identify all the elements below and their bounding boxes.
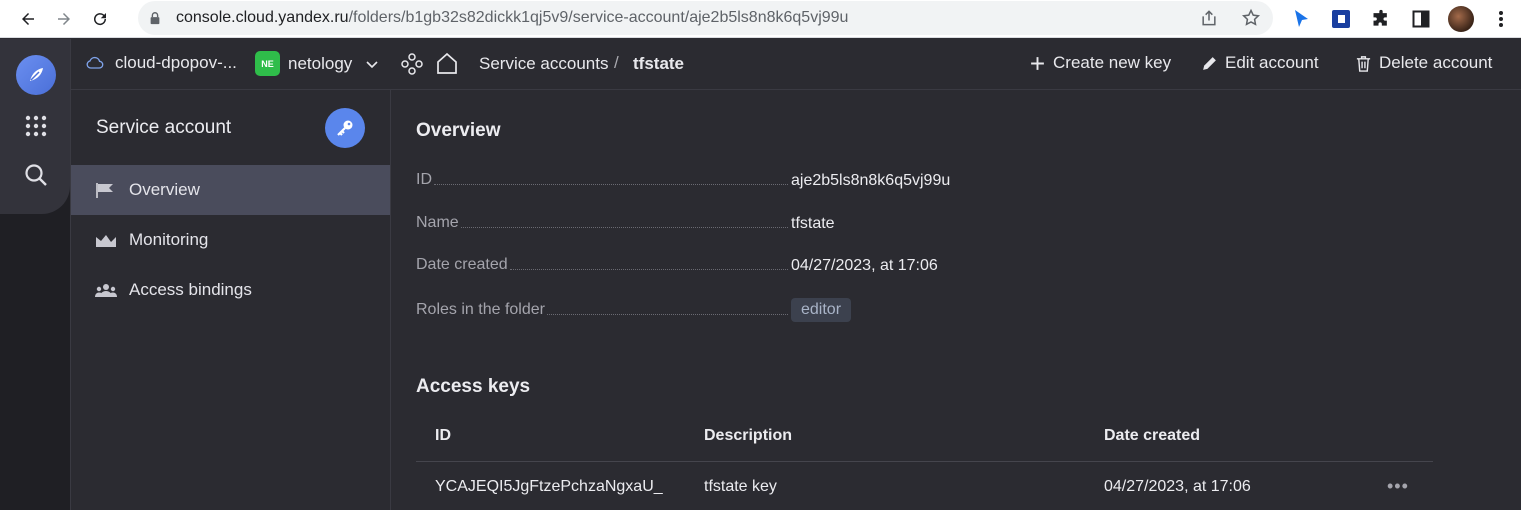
browser-toolbar: console.cloud.yandex.ru/folders/b1gb32s8… [0, 0, 1521, 38]
sidebar: Service account Overview Monitoring Acce… [71, 90, 391, 510]
people-icon [95, 284, 117, 297]
url-text: console.cloud.yandex.ru/folders/b1gb32s8… [176, 9, 849, 26]
browser-menu-icon[interactable] [1488, 6, 1514, 32]
vpn-extension-icon[interactable] [1328, 6, 1354, 32]
search-icon[interactable] [24, 163, 48, 187]
share-icon[interactable] [1199, 8, 1219, 28]
apps-grid-icon[interactable] [25, 115, 47, 137]
access-keys-title: Access keys [416, 376, 531, 397]
field-name-label: Name [416, 214, 790, 232]
sidebar-item-access-bindings[interactable]: Access bindings [71, 265, 390, 315]
home-icon[interactable] [436, 51, 458, 75]
sidebar-item-monitoring[interactable]: Monitoring [71, 215, 390, 265]
chart-icon [96, 235, 116, 247]
key-row-description: tfstate key [704, 478, 777, 495]
services-icon[interactable] [401, 53, 423, 75]
field-id-value: aje2b5ls8n8k6q5vj99u [791, 172, 951, 189]
create-key-button[interactable]: Create new key [1029, 53, 1171, 73]
extensions-puzzle-icon[interactable] [1368, 6, 1394, 32]
app-rail [0, 39, 71, 510]
role-badge: editor [791, 298, 852, 322]
back-icon[interactable] [10, 1, 46, 37]
key-icon [325, 108, 365, 148]
breadcrumb-service-accounts[interactable]: Service accounts [479, 54, 608, 74]
field-roles-label: Roles in the folder [416, 301, 790, 319]
cursor-extension-icon[interactable] [1288, 6, 1314, 32]
key-row-date: 04/27/2023, at 17:06 [1104, 478, 1251, 495]
column-header-date[interactable]: Date created [1104, 427, 1200, 445]
breadcrumb-separator: / [614, 53, 619, 72]
flag-icon [96, 183, 113, 198]
field-date-value: 04/27/2023, at 17:06 [791, 257, 938, 274]
chevron-down-icon [366, 60, 378, 68]
side-panel-icon[interactable] [1408, 6, 1434, 32]
cloud-selector[interactable]: cloud-dpopov-... [85, 53, 237, 73]
folder-name: netology [288, 53, 353, 73]
reload-icon[interactable] [82, 1, 118, 37]
cloud-icon [86, 56, 104, 69]
folder-badge: NE [255, 51, 280, 76]
delete-account-button[interactable]: Delete account [1355, 53, 1492, 73]
trash-icon [1356, 55, 1371, 72]
folder-selector[interactable]: NE netology [255, 51, 380, 76]
sidebar-item-overview[interactable]: Overview [71, 165, 390, 215]
pencil-icon [1203, 56, 1216, 70]
lock-icon [150, 12, 160, 25]
plus-icon [1031, 56, 1044, 70]
field-id-label: ID [416, 171, 790, 189]
table-divider [416, 461, 1433, 462]
column-header-id[interactable]: ID [435, 427, 451, 445]
column-header-description[interactable]: Description [704, 427, 792, 445]
more-actions-icon[interactable]: ••• [1387, 476, 1409, 497]
field-date-label: Date created [416, 256, 790, 274]
cloud-name: cloud-dpopov-... [115, 53, 237, 72]
app-header: cloud-dpopov-... NE netology Service acc… [71, 39, 1521, 90]
forward-icon[interactable] [46, 1, 82, 37]
field-name-value: tfstate [791, 215, 835, 232]
main-content: Overview ID aje2b5ls8n8k6q5vj99u Name tf… [391, 90, 1521, 510]
overview-title: Overview [416, 120, 501, 141]
edit-account-button[interactable]: Edit account [1201, 53, 1319, 73]
bookmark-star-icon[interactable] [1241, 8, 1261, 28]
profile-avatar[interactable] [1448, 6, 1474, 32]
sidebar-title: Service account [96, 117, 232, 138]
address-bar[interactable]: console.cloud.yandex.ru/folders/b1gb32s8… [138, 1, 1273, 35]
yandex-cloud-logo-icon[interactable] [16, 55, 56, 95]
breadcrumb-current: tfstate [633, 54, 685, 73]
key-row-id[interactable]: YCAJEQI5JgFtzePchzaNgxaU_ [435, 478, 663, 496]
